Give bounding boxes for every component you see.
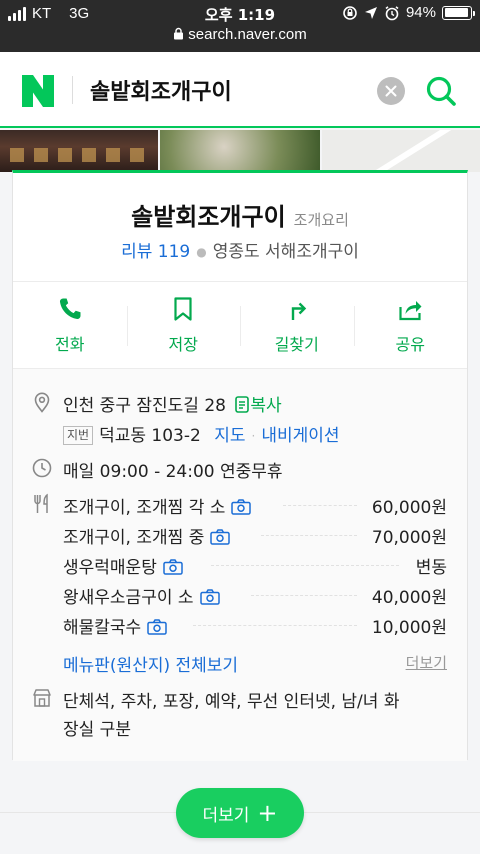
menu-item-price: 10,000원 <box>371 618 447 638</box>
bookmark-icon <box>174 297 192 321</box>
menu-item-name: 왕새우소금구이 소 <box>63 588 194 608</box>
restaurant-exterior-photo[interactable] <box>0 130 158 172</box>
menu-item-price: 40,000원 <box>371 588 447 608</box>
url-text: search.naver.com <box>188 26 307 43</box>
dotted-leader <box>251 595 357 596</box>
directions-label: 길찾기 <box>274 335 319 354</box>
place-card: 솔밭회조개구이 조개요리 리뷰 119 ● 영종도 서해조개구이 전화 저장 길찾기 … <box>12 170 468 761</box>
naver-logo-icon[interactable] <box>22 75 54 107</box>
fork-knife-icon <box>34 493 48 513</box>
dotted-leader <box>211 565 399 566</box>
place-info-section: 인천 중구 잠진도길 28 복사 지번 덕교동 103-2 지도 · 내비게이션 매일… <box>13 369 467 761</box>
camera-icon[interactable] <box>199 589 220 605</box>
location-arrow-icon <box>364 6 377 19</box>
plus-icon: + <box>257 799 278 827</box>
lot-address-text: 덕교동 103-2 <box>99 426 201 446</box>
more-button-label: 더보기 <box>202 805 250 826</box>
directions-button[interactable]: 길찾기 <box>240 282 354 368</box>
call-button[interactable]: 전화 <box>13 282 127 368</box>
menu-item-name: 조개구이, 조개찜 중 <box>63 528 205 548</box>
header-divider <box>72 76 73 104</box>
separator-dot: · <box>251 429 256 443</box>
menu-more-link[interactable]: 더보기 <box>406 652 447 673</box>
camera-icon[interactable] <box>147 619 167 635</box>
menu-item[interactable]: 조개구이, 조개찜 각 소 60,000원 <box>63 493 447 518</box>
dotted-leader <box>283 505 357 506</box>
facilities-line-2: 장실 구분 <box>63 720 131 740</box>
menu-item-name: 해물칼국수 <box>63 618 142 638</box>
save-button[interactable]: 저장 <box>126 282 241 368</box>
clear-search-button[interactable] <box>377 77 405 105</box>
dotted-leader <box>261 535 357 536</box>
search-query-input[interactable]: 솔밭회조개구이 <box>90 74 232 106</box>
status-right: 94% <box>342 4 475 21</box>
title-row: 솔밭회조개구이 조개요리 <box>13 197 467 232</box>
seafood-dish-photo[interactable] <box>160 130 320 172</box>
more-button[interactable]: 더보기 + <box>176 788 304 838</box>
battery-icon <box>442 5 475 20</box>
road-address: 인천 중구 잠진도길 28 복사 <box>63 391 282 416</box>
camera-icon[interactable] <box>231 499 252 515</box>
lot-address: 지번 덕교동 103-2 지도 · 내비게이션 <box>63 421 340 446</box>
map-thumbnail[interactable] <box>322 130 480 172</box>
camera-icon[interactable] <box>210 529 231 545</box>
photo-strip[interactable] <box>0 130 480 172</box>
navigation-link[interactable]: 내비게이션 <box>261 426 339 446</box>
menu-item-name: 조개구이, 조개찜 각 소 <box>63 498 226 518</box>
status-bar: KT 3G 오후 1:19 94% search.naver.com <box>0 0 480 52</box>
phone-icon <box>59 298 81 320</box>
copy-icon <box>235 396 250 413</box>
map-link[interactable]: 지도 <box>214 426 245 446</box>
store-icon <box>33 689 51 707</box>
place-category: 조개요리 <box>293 211 349 229</box>
road-address-text: 인천 중구 잠진도길 28 <box>63 396 226 416</box>
copy-address-button[interactable]: 복사 <box>231 396 282 416</box>
menu-item[interactable]: 조개구이, 조개찜 중 70,000원 <box>63 523 447 548</box>
place-name[interactable]: 솔밭회조개구이 <box>131 203 286 231</box>
location-pin-icon <box>34 392 50 413</box>
lock-icon <box>174 27 184 40</box>
place-subinfo: 리뷰 119 ● 영종도 서해조개구이 <box>13 237 467 262</box>
action-bar: 전화 저장 길찾기 공유 <box>13 282 467 368</box>
facilities-line-1: 단체석, 주차, 포장, 예약, 무선 인터넷, 남/녀 화 <box>63 692 400 712</box>
directions-icon <box>291 302 306 320</box>
location-tag: 영종도 서해조개구이 <box>212 242 359 262</box>
menu-item[interactable]: 해물칼국수 10,000원 <box>63 613 447 638</box>
clock-icon <box>32 458 52 478</box>
menu-item-price: 60,000원 <box>371 498 447 518</box>
menu-item-price: 70,000원 <box>371 528 447 548</box>
menu-item-name: 생우럭매운탕 <box>63 558 157 578</box>
search-header: 솔밭회조개구이 <box>0 52 480 128</box>
share-icon <box>399 301 422 321</box>
share-button[interactable]: 공유 <box>353 282 468 368</box>
screen-lock-icon <box>343 5 357 20</box>
separator-dot: ● <box>196 245 207 259</box>
url-bar[interactable]: search.naver.com <box>0 26 480 43</box>
copy-label: 복사 <box>250 396 282 416</box>
battery-percent: 94% <box>405 4 436 21</box>
business-hours: 매일 09:00 - 24:00 연중무휴 <box>63 462 283 482</box>
alarm-icon <box>385 5 399 20</box>
close-icon <box>385 85 397 97</box>
save-label: 저장 <box>168 335 198 354</box>
review-count-link[interactable]: 리뷰 119 <box>121 242 190 262</box>
camera-icon[interactable] <box>163 559 183 575</box>
search-icon[interactable] <box>424 74 460 110</box>
menu-item[interactable]: 생우럭매운탕 변동 <box>63 553 447 578</box>
full-menu-link[interactable]: 메뉴판(원산지) 전체보기 <box>63 651 238 676</box>
call-label: 전화 <box>55 335 85 354</box>
lot-badge: 지번 <box>63 426 94 445</box>
menu-item-price: 변동 <box>415 558 447 578</box>
share-label: 공유 <box>395 335 425 354</box>
dotted-leader <box>193 625 357 626</box>
menu-item[interactable]: 왕새우소금구이 소 40,000원 <box>63 583 447 608</box>
